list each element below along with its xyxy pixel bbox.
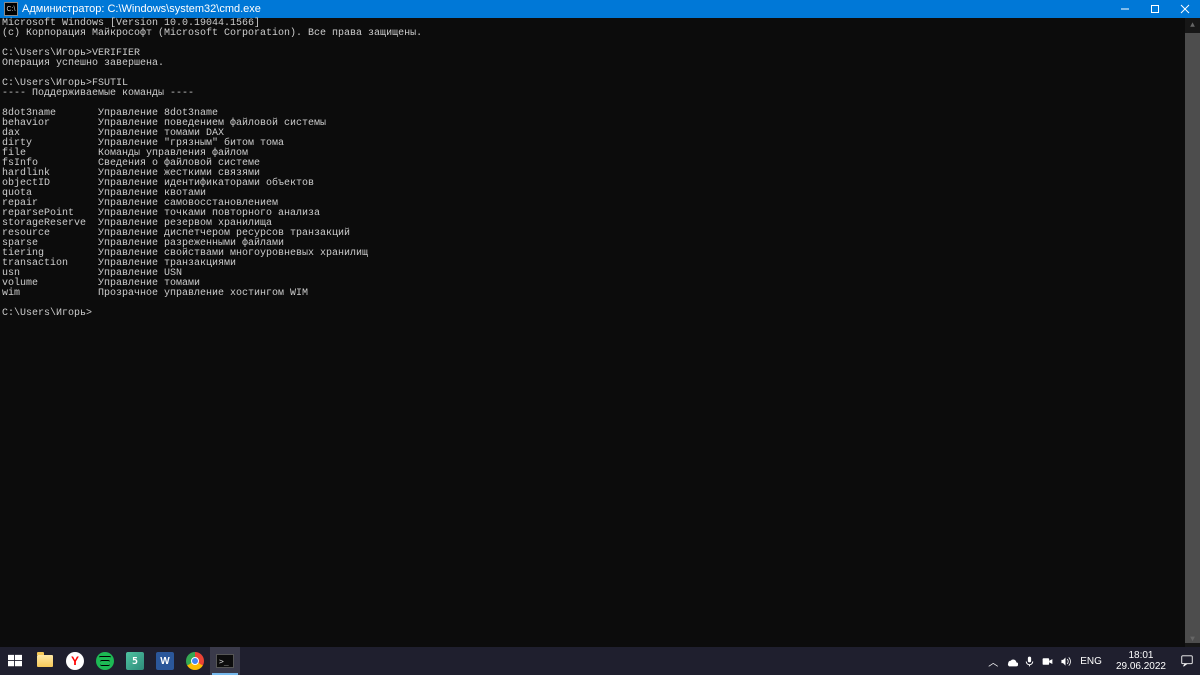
cmd-taskbar-button[interactable]: >_ (210, 647, 240, 675)
scroll-up-arrow[interactable]: ▲ (1185, 18, 1200, 33)
terminal-line (2, 69, 1198, 79)
terminal-area[interactable]: Microsoft Windows [Version 10.0.19044.15… (0, 18, 1200, 647)
volume-tray-icon[interactable] (1056, 647, 1074, 675)
terminal-line (2, 39, 1198, 49)
start-button[interactable] (0, 647, 30, 675)
app-teal-icon: 5 (126, 652, 144, 670)
clock[interactable]: 18:01 29.06.2022 (1108, 650, 1174, 672)
terminal-line: Операция успешно завершена. (2, 59, 1198, 69)
file-explorer-button[interactable] (30, 647, 60, 675)
minimize-button[interactable] (1110, 0, 1140, 18)
spotify-icon (96, 652, 114, 670)
maximize-button[interactable] (1140, 0, 1170, 18)
onedrive-tray-icon[interactable] (1002, 647, 1020, 675)
window-controls (1110, 0, 1200, 18)
language-indicator[interactable]: ENG (1074, 656, 1108, 667)
terminal-line: (c) Корпорация Майкрософт (Microsoft Cor… (2, 29, 1198, 39)
clock-time: 18:01 (1116, 650, 1166, 661)
microphone-tray-icon[interactable] (1020, 647, 1038, 675)
taskbar-right: ︿ ENG 18:01 29.06.2022 (984, 647, 1200, 675)
terminal-line: C:\Users\Игорь>VERIFIER (2, 49, 1198, 59)
word-icon: W (156, 652, 174, 670)
scrollbar-thumb[interactable] (1185, 33, 1200, 643)
chrome-button[interactable] (180, 647, 210, 675)
word-button[interactable]: W (150, 647, 180, 675)
folder-icon (36, 652, 54, 670)
app-teal-button[interactable]: 5 (120, 647, 150, 675)
taskbar-left: Y 5 W >_ (0, 647, 240, 675)
titlebar[interactable]: C:\ Администратор: C:\Windows\system32\c… (0, 0, 1200, 18)
titlebar-text: Администратор: C:\Windows\system32\cmd.e… (22, 3, 1110, 15)
terminal-line: C:\Users\Игорь> (2, 309, 1198, 319)
taskbar: Y 5 W >_ ︿ ENG 18:01 (0, 647, 1200, 675)
close-button[interactable] (1170, 0, 1200, 18)
terminal-line: wim Прозрачное управление хостингом WIM (2, 289, 1198, 299)
spotify-button[interactable] (90, 647, 120, 675)
tray-overflow-button[interactable]: ︿ (984, 647, 1002, 675)
scroll-down-arrow[interactable]: ▼ (1185, 632, 1200, 647)
cmd-titlebar-icon: C:\ (4, 2, 18, 16)
yandex-browser-button[interactable]: Y (60, 647, 90, 675)
meet-now-tray-icon[interactable] (1038, 647, 1056, 675)
clock-date: 29.06.2022 (1116, 661, 1166, 672)
terminal-line: ---- Поддерживаемые команды ---- (2, 89, 1198, 99)
chevron-up-icon: ︿ (988, 654, 998, 669)
terminal-line (2, 299, 1198, 309)
cmd-icon: >_ (216, 652, 234, 670)
chrome-icon (186, 652, 204, 670)
windows-logo-icon (6, 652, 24, 670)
action-center-button[interactable] (1174, 654, 1200, 668)
yandex-icon: Y (66, 652, 84, 670)
titlebar-label: Администратор: (22, 3, 107, 15)
titlebar-path: C:\Windows\system32\cmd.exe (107, 3, 260, 15)
scrollbar[interactable]: ▲ ▼ (1185, 18, 1200, 647)
cmd-window: C:\ Администратор: C:\Windows\system32\c… (0, 0, 1200, 647)
